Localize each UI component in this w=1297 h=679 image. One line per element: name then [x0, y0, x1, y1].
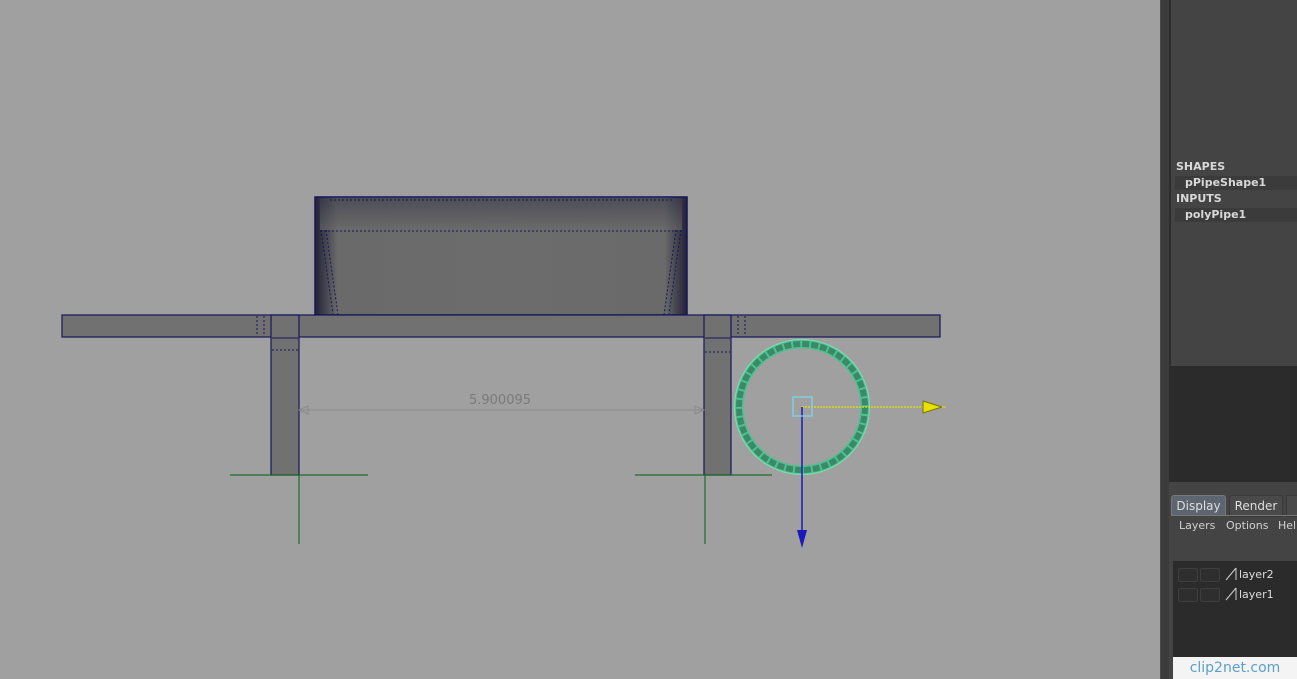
layer-row[interactable]: layer1: [1173, 586, 1297, 604]
tab-overflow[interactable]: [1286, 495, 1297, 517]
layer-row[interactable]: layer2: [1173, 566, 1297, 584]
tab-render[interactable]: Render: [1229, 495, 1283, 517]
layer-name: layer2: [1239, 568, 1274, 581]
shapes-header: SHAPES: [1176, 160, 1226, 173]
inputs-header: INPUTS: [1176, 192, 1222, 205]
locator-left[interactable]: [230, 474, 368, 544]
menu-layers[interactable]: Layers: [1179, 519, 1215, 532]
pipe-mesh-leg-right[interactable]: [703, 314, 732, 476]
shape-node-row[interactable]: pPipeShape1: [1175, 176, 1297, 190]
watermark-logo: clip2net.com: [1173, 657, 1297, 679]
x-axis-arrow-icon: [922, 400, 944, 414]
right-panel: SHAPES pPipeShape1 INPUTS polyPipe1 Disp…: [1169, 0, 1297, 679]
input-node-label: polyPipe1: [1185, 208, 1247, 221]
input-node-row[interactable]: polyPipe1: [1175, 208, 1297, 222]
shape-node-label: pPipeShape1: [1185, 176, 1267, 189]
layer-color-icon[interactable]: [1225, 587, 1237, 601]
channel-box-empty-area: [1169, 366, 1297, 482]
template-toggle[interactable]: [1200, 568, 1220, 582]
viewport-canvas[interactable]: [0, 0, 1160, 679]
layer-color-icon[interactable]: [1225, 567, 1237, 581]
layer-editor: Display Render Layers Options Help layer…: [1169, 491, 1297, 679]
visibility-toggle[interactable]: [1178, 588, 1198, 602]
dimension-value-label: 5.900095: [468, 393, 532, 408]
layer-name: layer1: [1239, 588, 1274, 601]
locator-right[interactable]: [635, 474, 772, 544]
template-toggle[interactable]: [1200, 588, 1220, 602]
visibility-toggle[interactable]: [1178, 568, 1198, 582]
tab-display[interactable]: Display: [1171, 495, 1226, 516]
channel-box: SHAPES pPipeShape1 INPUTS polyPipe1: [1169, 0, 1297, 366]
pipe-mesh-leg-left[interactable]: [270, 314, 300, 476]
menu-help[interactable]: Help: [1278, 519, 1297, 532]
y-axis-arrow-icon: [797, 530, 807, 548]
viewport-3d[interactable]: 5.900095: [0, 0, 1160, 679]
menu-options[interactable]: Options: [1226, 519, 1268, 532]
pipe-mesh-bar[interactable]: [61, 314, 941, 338]
